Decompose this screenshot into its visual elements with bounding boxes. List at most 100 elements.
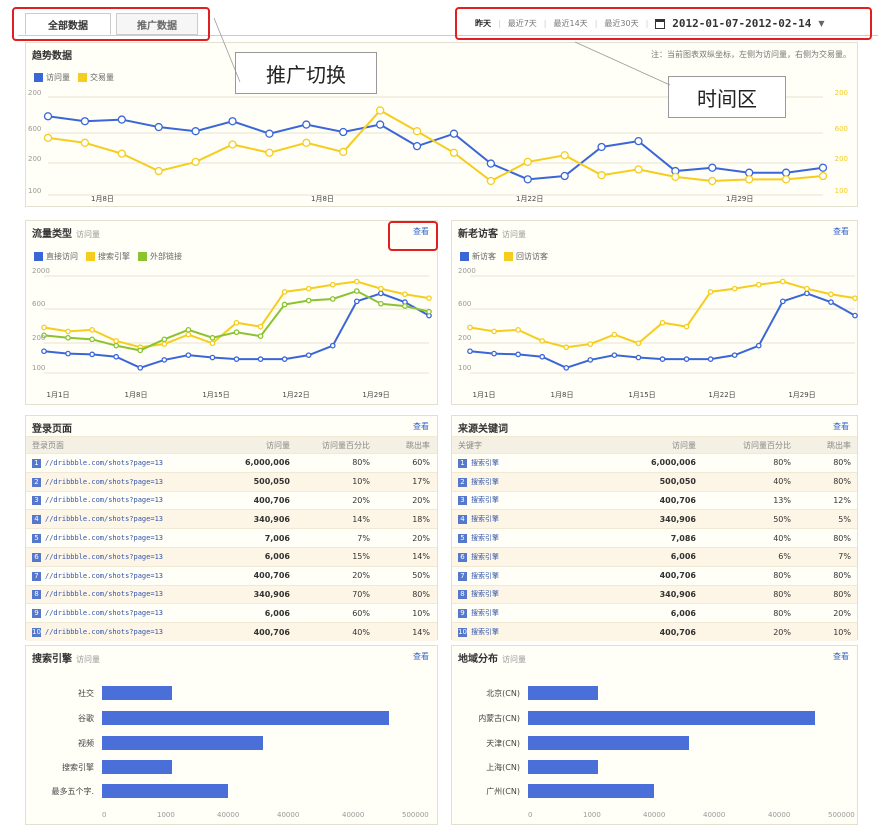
column-header[interactable]: 跳出率 [376, 440, 436, 451]
row-label-cell[interactable]: 9 //dribbble.com/shots?page=13 [26, 608, 231, 619]
row-label[interactable]: 搜索引擎 [471, 459, 499, 467]
row-label[interactable]: //dribbble.com/shots?page=13 [45, 534, 163, 542]
table-row[interactable]: 5 搜索引擎 7,086 40% 80% [452, 528, 857, 547]
row-label[interactable]: 搜索引擎 [471, 628, 499, 636]
data-point [233, 356, 240, 362]
row-label[interactable]: //dribbble.com/shots?page=13 [45, 572, 163, 580]
table-row[interactable]: 5 //dribbble.com/shots?page=13 7,006 7% 20% [26, 528, 437, 547]
data-point [329, 296, 336, 302]
table-cell: 6,000,006 [650, 458, 696, 468]
row-label[interactable]: //dribbble.com/shots?page=13 [45, 628, 163, 636]
column-header[interactable]: 登录页面 [26, 440, 231, 451]
keywords-table: 关键字 访问量 访问量百分比 跳出率 1 搜索引擎 6,000,006 80% 80% 2 搜索引擎… [452, 436, 857, 641]
row-label[interactable]: //dribbble.com/shots?page=13 [45, 553, 163, 561]
row-label[interactable]: 搜索引擎 [471, 553, 499, 561]
x-tick: 1月29日 [726, 195, 753, 203]
table-cell: 6,006 [670, 608, 696, 618]
table-cell: 400,706 [253, 627, 290, 637]
row-label[interactable]: 搜索引擎 [471, 590, 499, 598]
row-label[interactable]: //dribbble.com/shots?page=13 [45, 496, 163, 504]
table-row[interactable]: 3 //dribbble.com/shots?page=13 400,706 20% 2… [26, 490, 437, 510]
row-label-cell[interactable]: 3 搜索引擎 [452, 495, 622, 506]
table-row[interactable]: 1 搜索引擎 6,000,006 80% 80% [452, 453, 857, 472]
login-view-link[interactable]: 查看 [413, 421, 429, 432]
row-label-cell[interactable]: 10 //dribbble.com/shots?page=13 [26, 627, 231, 638]
table-row[interactable]: 10 //dribbble.com/shots?page=13 400,706 40%… [26, 622, 437, 641]
row-label[interactable]: 搜索引擎 [471, 534, 499, 542]
data-point [375, 106, 385, 115]
row-label-cell[interactable]: 2 //dribbble.com/shots?page=13 [26, 477, 231, 487]
table-row[interactable]: 6 //dribbble.com/shots?page=13 6,006 15% 14% [26, 546, 437, 566]
table-row[interactable]: 9 搜索引擎 6,006 80% 20% [452, 603, 857, 622]
row-label-cell[interactable]: 6 //dribbble.com/shots?page=13 [26, 552, 231, 562]
row-label-cell[interactable]: 1 //dribbble.com/shots?page=13 [26, 458, 231, 468]
table-cell: 15% [352, 552, 370, 562]
x-tick: 1月1日 [473, 391, 496, 399]
column-header[interactable]: 访问量百分比 [296, 440, 376, 451]
row-label-cell[interactable]: 4 //dribbble.com/shots?page=13 [26, 514, 231, 525]
bar [528, 784, 655, 798]
row-label[interactable]: 搜索引擎 [471, 478, 499, 486]
row-label[interactable]: //dribbble.com/shots?page=13 [45, 590, 163, 598]
data-point [828, 291, 834, 298]
row-label-cell[interactable]: 7 //dribbble.com/shots?page=13 [26, 571, 231, 581]
keywords-title: 来源关键词 [458, 424, 508, 435]
data-point [611, 352, 618, 359]
row-label[interactable]: 搜索引擎 [471, 609, 499, 617]
table-row[interactable]: 4 搜索引擎 340,906 50% 5% [452, 509, 857, 529]
rank-badge: 2 [458, 477, 467, 487]
table-row[interactable]: 9 //dribbble.com/shots?page=13 6,006 60% 10% [26, 603, 437, 622]
callout-tab-switch: 推广切换 [235, 52, 377, 94]
table-row[interactable]: 8 //dribbble.com/shots?page=13 340,906 70% 8… [26, 584, 437, 604]
row-label-cell[interactable]: 10 搜索引擎 [452, 627, 622, 638]
row-label[interactable]: 搜索引擎 [471, 496, 499, 504]
table-cell: 10% [412, 608, 430, 618]
y-tick: 200 [28, 89, 41, 97]
row-label-cell[interactable]: 7 搜索引擎 [452, 571, 622, 581]
search-view-link[interactable]: 查看 [413, 651, 429, 662]
table-row[interactable]: 6 搜索引擎 6,006 6% 7% [452, 546, 857, 566]
tab-highlight [12, 7, 210, 41]
row-label-cell[interactable]: 3 //dribbble.com/shots?page=13 [26, 495, 231, 506]
column-header[interactable]: 访问量百分比 [702, 440, 797, 451]
row-label[interactable]: //dribbble.com/shots?page=13 [45, 459, 163, 467]
column-header[interactable]: 跳出率 [797, 440, 857, 451]
trend-chart: 200 200 600 600 200 200 100 100 1月8日 1月8日 1月22日 1月2… [28, 89, 848, 203]
row-label-cell[interactable]: 8 搜索引擎 [452, 589, 622, 600]
data-point [281, 356, 288, 362]
row-label[interactable]: //dribbble.com/shots?page=13 [45, 609, 163, 617]
row-label[interactable]: 搜索引擎 [471, 572, 499, 580]
row-label-cell[interactable]: 5 搜索引擎 [452, 533, 622, 544]
data-point [486, 159, 496, 168]
table-row[interactable]: 2 搜索引擎 500,050 40% 80% [452, 471, 857, 491]
trend-panel: 趋势数据 注：当前图表双纵坐标，左侧为访问量，右侧为交易量。 访问量 交易量 2… [25, 42, 858, 207]
table-cell: 50% [773, 514, 791, 524]
row-label[interactable]: //dribbble.com/shots?page=13 [45, 515, 163, 523]
table-row[interactable]: 10 搜索引擎 400,706 20% 10% [452, 622, 857, 641]
row-label-cell[interactable]: 2 搜索引擎 [452, 477, 622, 487]
table-row[interactable]: 7 //dribbble.com/shots?page=13 400,706 20% 5… [26, 565, 437, 585]
bar [102, 784, 229, 798]
data-point [305, 297, 312, 304]
row-label-cell[interactable]: 9 搜索引擎 [452, 608, 622, 619]
column-header[interactable]: 访问量 [622, 440, 702, 451]
row-label[interactable]: 搜索引擎 [471, 515, 499, 523]
table-row[interactable]: 3 搜索引擎 400,706 13% 12% [452, 490, 857, 510]
keywords-view-link[interactable]: 查看 [833, 421, 849, 432]
x-tick: 40000 [342, 811, 365, 819]
region-view-link[interactable]: 查看 [833, 651, 849, 662]
table-row[interactable]: 7 搜索引擎 400,706 80% 80% [452, 565, 857, 585]
row-label[interactable]: //dribbble.com/shots?page=13 [45, 478, 163, 486]
table-row[interactable]: 4 //dribbble.com/shots?page=13 340,906 14% 1… [26, 509, 437, 529]
row-label-cell[interactable]: 4 搜索引擎 [452, 514, 622, 525]
column-header[interactable]: 访问量 [231, 440, 296, 451]
row-label-cell[interactable]: 5 //dribbble.com/shots?page=13 [26, 533, 231, 544]
row-label-cell[interactable]: 6 搜索引擎 [452, 552, 622, 562]
table-row[interactable]: 2 //dribbble.com/shots?page=13 500,050 10% 1… [26, 471, 437, 491]
column-header[interactable]: 关键字 [452, 440, 622, 451]
row-label-cell[interactable]: 8 //dribbble.com/shots?page=13 [26, 589, 231, 600]
data-point [375, 120, 385, 129]
table-row[interactable]: 8 搜索引擎 340,906 80% 80% [452, 584, 857, 604]
table-row[interactable]: 1 //dribbble.com/shots?page=13 6,000,006 80… [26, 453, 437, 472]
row-label-cell[interactable]: 1 搜索引擎 [452, 458, 622, 468]
